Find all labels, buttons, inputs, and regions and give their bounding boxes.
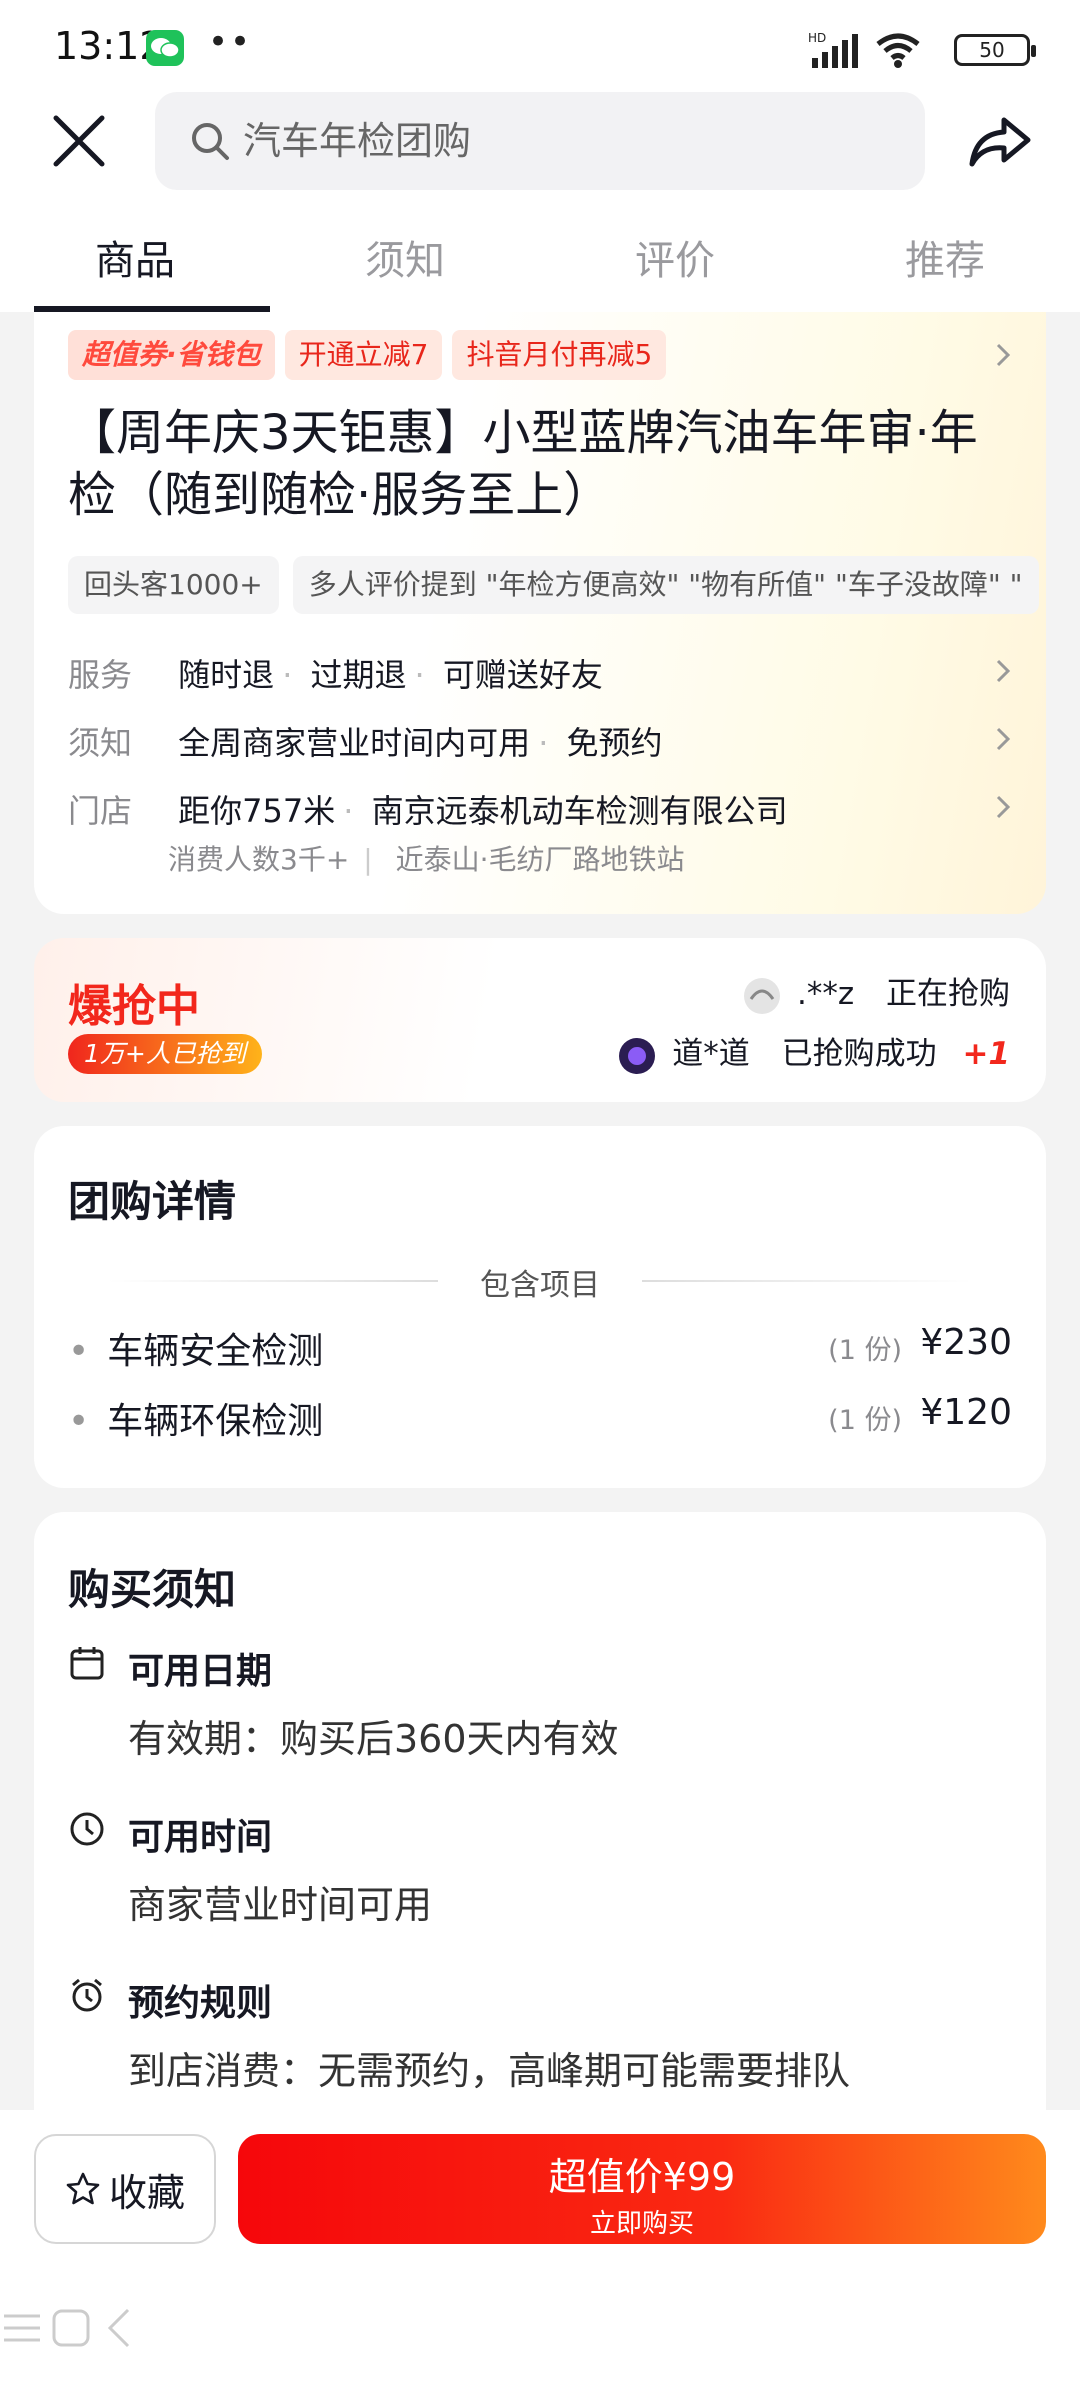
star-icon [66, 2172, 100, 2205]
service-label: 服务 [68, 656, 133, 694]
alarm-icon [72, 1978, 102, 2012]
purchase-notice-heading: 购买须知 [68, 1565, 237, 1614]
buy-now-button[interactable]: 超值价¥99 立即购买 [238, 2134, 1046, 2244]
top-nav [0, 90, 1080, 200]
menu-icon[interactable] [0, 2306, 44, 2350]
purchase-notice-card: 购买须知 可用日期 有效期：购买后360天内有效 可用时间 商家营业时间可用 预… [34, 1512, 1046, 2132]
tab-goods[interactable]: 商品 [0, 200, 270, 312]
promo-row[interactable]: 超值券·省钱包 开通立减7 抖音月付再减5 [68, 330, 667, 380]
wifi-icon [876, 33, 920, 68]
list-item: • 车辆环保检测 (1 份) ¥120 [68, 1392, 1012, 1442]
product-title: 【周年庆3天钜惠】小型蓝牌汽油车年审·年检（随到随检·服务至上） [68, 405, 978, 523]
svg-text:HD: HD [808, 31, 826, 45]
service-row[interactable]: 服务 随时退 · 过期退 · 可赠送好友 [68, 650, 603, 696]
avatar [744, 977, 781, 1014]
search-icon [192, 123, 229, 160]
store-sub-info: 消费人数3千+ | 近泰山·毛纺厂路地铁站 [168, 843, 685, 876]
tab-notice[interactable]: 须知 [270, 200, 540, 312]
status-bar: 13:12 •• HD 50 [0, 0, 1080, 90]
notice-label: 须知 [68, 724, 133, 762]
notice-section-title: 预约规则 [68, 1974, 272, 2026]
promo-open-tag: 开通立减7 [284, 330, 443, 380]
notice-section-body: 有效期：购买后360天内有效 [128, 1717, 619, 1761]
status-indicators: HD 50 [808, 26, 1036, 70]
store-visitors: 消费人数3千+ [168, 843, 350, 876]
bottom-action-bar: 收藏 超值价¥99 立即购买 [0, 2110, 1080, 2400]
rush-card: 爆抢中 1万+人已抢到 .**z 正在抢购 道*道 已抢购成功 +1 [34, 938, 1046, 1102]
chevron-right-icon[interactable] [990, 342, 1016, 368]
item-price: ¥120 [920, 1392, 1012, 1433]
item-name: 车辆环保检测 [107, 1401, 324, 1442]
product-card: 超值券·省钱包 开通立减7 抖音月付再减5 【周年庆3天钜惠】小型蓝牌汽油车年审… [34, 312, 1046, 914]
wechat-notification-icon [146, 30, 184, 66]
included-items-label: 包含项目 [480, 1268, 600, 1303]
group-detail-heading: 团购详情 [68, 1177, 237, 1226]
tab-reviews[interactable]: 评价 [540, 200, 810, 312]
tab-bar: 商品 须知 评价 推荐 [0, 200, 1080, 312]
notice-section-body: 商家营业时间可用 [128, 1883, 433, 1927]
chevron-right-icon[interactable] [990, 794, 1016, 820]
store-distance: 距你757米 [178, 792, 336, 830]
promo-monthly-tag: 抖音月付再减5 [452, 330, 667, 380]
signal-icon: HD [808, 31, 858, 68]
rush-title: 爆抢中 [68, 981, 200, 1032]
battery-icon: 50 [954, 34, 1036, 66]
promo-brand-tag: 超值券·省钱包 [68, 330, 275, 380]
screen: 13:12 •• HD 50 汽车年检团购 商品 须知 评价 推荐 超值券·省钱… [0, 0, 1080, 2400]
service-item: 随时退 [178, 656, 275, 694]
notice-item: 全周商家营业时间内可用 [178, 724, 531, 762]
service-item: 可赠送好友 [442, 656, 603, 694]
notice-item: 免预约 [566, 724, 663, 762]
home-icon[interactable] [49, 2306, 93, 2350]
buy-price-label: 超值价¥99 [548, 2155, 736, 2199]
item-qty: (1 份) [828, 1405, 902, 1436]
review-row[interactable]: 回头客1000+ 多人评价提到 "年检方便高效" "物有所值" "车子没故障" … [68, 556, 1046, 614]
close-icon[interactable] [48, 110, 110, 172]
chevron-right-icon[interactable] [990, 726, 1016, 752]
buy-now-label: 立即购买 [589, 2209, 694, 2239]
store-label: 门店 [68, 792, 133, 830]
review-summary-chip: 多人评价提到 "年检方便高效" "物有所值" "车子没故障" " [292, 556, 1039, 614]
chevron-right-icon[interactable] [990, 658, 1016, 684]
rush-status: 正在抢购 [886, 976, 1010, 1012]
rush-user: 道*道 [672, 1036, 750, 1072]
search-input[interactable] [243, 112, 883, 170]
item-name: 车辆安全检测 [107, 1331, 324, 1372]
rush-activity-line: 道*道 已抢购成功 +1 [618, 1028, 1010, 1075]
more-notifications-icon: •• [208, 22, 253, 62]
service-item: 过期退 [310, 656, 407, 694]
rush-plus-one: +1 [962, 1036, 1010, 1072]
store-name: 南京远泰机动车检测有限公司 [371, 792, 788, 830]
favorite-label: 收藏 [108, 2170, 185, 2215]
notice-section-title: 可用日期 [68, 1642, 272, 1694]
returning-customers-chip: 回头客1000+ [68, 556, 279, 614]
notice-row[interactable]: 须知 全周商家营业时间内可用 · 免预约 [68, 718, 663, 764]
store-row[interactable]: 门店 距你757米 · 南京远泰机动车检测有限公司 [68, 786, 788, 832]
clock-icon [70, 1812, 104, 1846]
rush-user: .**z [797, 976, 855, 1012]
avatar [619, 1037, 656, 1074]
calendar-icon [70, 1647, 104, 1680]
group-detail-card: 团购详情 包含项目 • 车辆安全检测 (1 份) ¥230 • 车辆环保检测 (1 … [34, 1126, 1046, 1488]
item-qty: (1 份) [828, 1335, 902, 1366]
store-location: 近泰山·毛纺厂路地铁站 [395, 843, 685, 876]
rush-count-badge: 1万+人已抢到 [68, 1034, 262, 1074]
rush-activity-line: .**z 正在抢购 [743, 968, 1010, 1015]
item-price: ¥230 [920, 1322, 1012, 1363]
share-icon[interactable] [966, 112, 1036, 172]
back-icon[interactable] [98, 2306, 142, 2350]
search-bar[interactable] [155, 92, 925, 190]
system-nav-bar [0, 2306, 1080, 2366]
list-item: • 车辆安全检测 (1 份) ¥230 [68, 1322, 1012, 1372]
notice-section-title: 可用时间 [68, 1808, 272, 1860]
notice-section-body: 到店消费：无需预约，高峰期可能需要排队 [128, 2049, 851, 2093]
rush-status: 已抢购成功 [781, 1036, 937, 1072]
favorite-button[interactable]: 收藏 [34, 2134, 216, 2244]
tab-recommend[interactable]: 推荐 [810, 200, 1080, 312]
